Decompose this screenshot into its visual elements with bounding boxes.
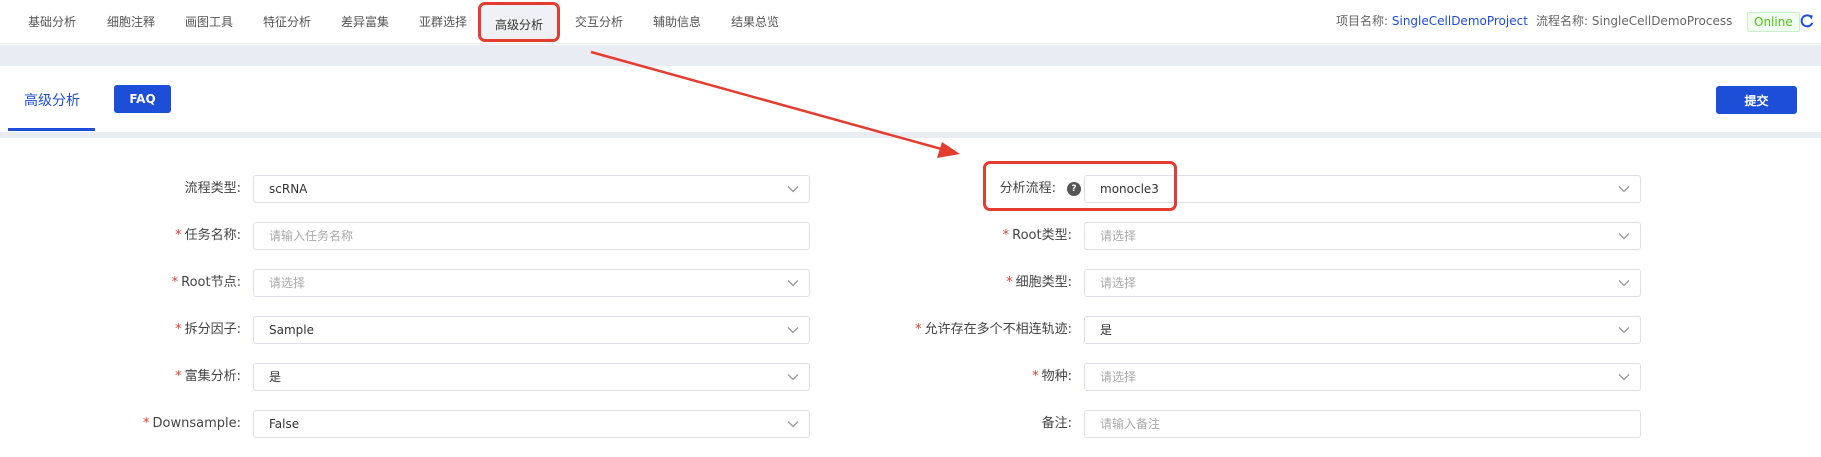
tab-bar: 高级分析 FAQ 提交 (0, 66, 1821, 131)
label-root-node-text: Root节点: (181, 275, 241, 290)
chevron-down-icon (787, 374, 799, 381)
label-root-type-text: Root类型: (1012, 228, 1072, 243)
project-name: 项目名称: SingleCellDemoProject (1336, 12, 1528, 29)
label-disjoint-trajectories-text: 允许存在多个不相连轨迹: (924, 322, 1072, 337)
remark-placeholder: 请输入备注 (1100, 417, 1161, 431)
chevron-down-icon (1618, 374, 1630, 381)
species-placeholder: 请选择 (1100, 370, 1137, 384)
refresh-icon[interactable] (1799, 12, 1815, 30)
nav-item-interactive-analysis[interactable]: 交互分析 (575, 11, 623, 33)
root-node-select[interactable]: 请选择 (253, 269, 810, 297)
header-divider (0, 132, 1821, 138)
label-disjoint-trajectories: * 允许存在多个不相连轨迹: (860, 317, 1072, 343)
tab-advanced-analysis[interactable]: 高级分析 (8, 66, 95, 131)
chevron-down-icon (1618, 327, 1630, 334)
label-task-name: * 任务名称: (60, 223, 241, 249)
label-analysis-pipeline-text: 分析流程: (999, 181, 1056, 196)
nav-item-auxiliary-info[interactable]: 辅助信息 (653, 11, 701, 33)
analysis-pipeline-select[interactable]: monocle3 (1084, 175, 1641, 203)
label-pipeline-type-text: 流程类型: (184, 181, 241, 196)
submit-button[interactable]: 提交 (1716, 86, 1797, 114)
chevron-down-icon (787, 327, 799, 334)
root-type-select[interactable]: 请选择 (1084, 222, 1641, 250)
nav-item-plot-tools[interactable]: 画图工具 (185, 11, 233, 33)
faq-button[interactable]: FAQ (114, 85, 171, 113)
nav-item-basic-analysis[interactable]: 基础分析 (28, 11, 76, 33)
cell-type-placeholder: 请选择 (1100, 276, 1137, 290)
label-enrichment: * 富集分析: (60, 364, 241, 390)
task-name-input[interactable]: 请输入任务名称 (253, 222, 810, 250)
chevron-down-icon (787, 421, 799, 428)
analysis-pipeline-value: monocle3 (1100, 182, 1159, 196)
project-label: 项目名称: (1336, 14, 1389, 28)
label-remark: 备注: (860, 411, 1072, 437)
disjoint-trajectories-value: 是 (1100, 323, 1113, 337)
label-species-text: 物种: (1041, 369, 1072, 384)
chevron-down-icon (787, 280, 799, 287)
project-value[interactable]: SingleCellDemoProject (1392, 14, 1528, 28)
tab-advanced-analysis-label: 高级分析 (24, 93, 80, 109)
cell-type-select[interactable]: 请选择 (1084, 269, 1641, 297)
root-type-placeholder: 请选择 (1100, 229, 1137, 243)
pipeline-type-value: scRNA (269, 182, 308, 196)
label-split-factor-text: 拆分因子: (184, 322, 241, 337)
task-name-placeholder: 请输入任务名称 (269, 229, 354, 243)
nav-item-subgroup-select[interactable]: 亚群选择 (419, 11, 467, 33)
disjoint-trajectories-select[interactable]: 是 (1084, 316, 1641, 344)
required-mark: * (175, 322, 182, 337)
label-species: * 物种: (860, 364, 1072, 390)
pipeline-type-select[interactable]: scRNA (253, 175, 810, 203)
label-analysis-pipeline: 分析流程: (880, 176, 1056, 202)
required-mark: * (915, 322, 922, 337)
tab-underline (8, 128, 95, 131)
species-select[interactable]: 请选择 (1084, 363, 1641, 391)
label-task-name-text: 任务名称: (184, 228, 241, 243)
label-enrichment-text: 富集分析: (184, 369, 241, 384)
downsample-select[interactable]: False (253, 410, 810, 438)
required-mark: * (171, 275, 179, 290)
split-factor-select[interactable]: Sample (253, 316, 810, 344)
chevron-down-icon (1618, 186, 1630, 193)
nav-item-feature-analysis[interactable]: 特征分析 (263, 11, 311, 33)
top-band (0, 45, 1821, 66)
nav-item-advanced-analysis[interactable]: 高级分析 (478, 2, 561, 42)
chevron-down-icon (1618, 233, 1630, 240)
required-mark: * (143, 416, 150, 431)
top-nav: 基础分析 细胞注释 画图工具 特征分析 差异富集 亚群选择 高级分析 交互分析 … (0, 0, 1821, 44)
required-mark: * (1002, 228, 1010, 243)
label-root-type: * Root类型: (860, 223, 1072, 249)
nav-item-diff-enrichment[interactable]: 差异富集 (341, 11, 389, 33)
label-downsample-text: Downsample: (152, 416, 241, 431)
enrichment-select[interactable]: 是 (253, 363, 810, 391)
required-mark: * (175, 228, 182, 243)
process-label: 流程名称: (1536, 14, 1589, 28)
required-mark: * (1006, 275, 1013, 290)
split-factor-value: Sample (269, 323, 314, 337)
status-badge: Online (1747, 12, 1800, 32)
process-value: SingleCellDemoProcess (1591, 14, 1733, 28)
label-remark-text: 备注: (1041, 416, 1072, 431)
label-cell-type: * 细胞类型: (860, 270, 1072, 296)
chevron-down-icon (1618, 280, 1630, 287)
nav-item-cell-annotation[interactable]: 细胞注释 (107, 11, 155, 33)
root-node-placeholder: 请选择 (269, 276, 306, 290)
label-cell-type-text: 细胞类型: (1015, 275, 1072, 290)
process-name: 流程名称: SingleCellDemoProcess (1536, 12, 1732, 29)
label-split-factor: * 拆分因子: (60, 317, 241, 343)
required-mark: * (1032, 369, 1039, 384)
downsample-value: False (269, 417, 300, 431)
enrichment-value: 是 (269, 370, 282, 384)
required-mark: * (175, 369, 182, 384)
label-downsample: * Downsample: (60, 411, 241, 437)
help-icon[interactable]: ? (1067, 182, 1081, 196)
chevron-down-icon (787, 186, 799, 193)
nav-item-result-overview[interactable]: 结果总览 (731, 11, 779, 33)
label-pipeline-type: 流程类型: (60, 176, 241, 202)
label-root-node: * Root节点: (60, 270, 241, 296)
remark-input[interactable]: 请输入备注 (1084, 410, 1641, 438)
